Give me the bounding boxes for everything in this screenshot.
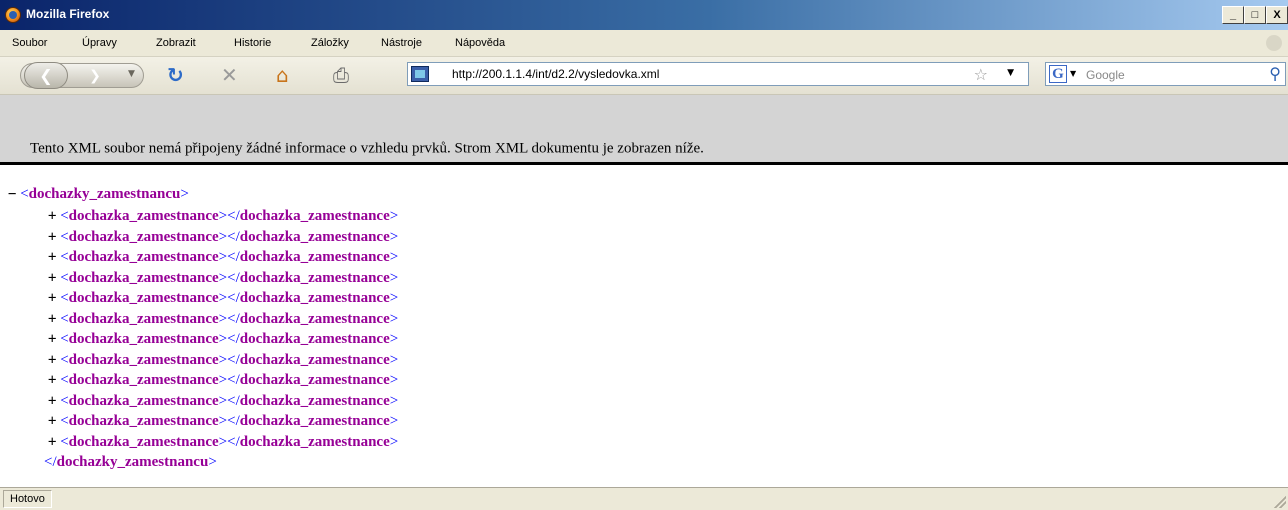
child-close-tag-name: dochazka_zamestnance: [239, 310, 390, 327]
url-text[interactable]: http://200.1.1.4/int/d2.2/vysledovka.xml: [452, 67, 659, 81]
window-controls: _ □ X: [1222, 6, 1288, 24]
resize-grip-icon[interactable]: [1274, 496, 1286, 508]
menu-napoveda[interactable]: Nápověda: [455, 37, 505, 49]
menu-upravy[interactable]: Úpravy: [82, 37, 117, 49]
back-icon: ❮: [39, 66, 53, 85]
expand-toggle[interactable]: +: [48, 413, 56, 429]
child-tag-name: dochazka_zamestnance: [68, 351, 219, 368]
close-button[interactable]: X: [1266, 6, 1288, 24]
expand-toggle[interactable]: +: [48, 311, 56, 327]
expand-toggle[interactable]: +: [48, 352, 56, 368]
xml-child-row: + <dochazka_zamestnance></dochazka_zames…: [48, 351, 399, 368]
xml-root-open: − <dochazky_zamestnancu>: [8, 186, 189, 202]
expand-toggle[interactable]: +: [48, 270, 56, 286]
forward-icon: ❯: [89, 68, 101, 84]
child-tag-name: dochazka_zamestnance: [68, 269, 219, 286]
window-titlebar[interactable]: Mozilla Firefox _ □ X: [0, 0, 1288, 30]
child-tag-name: dochazka_zamestnance: [68, 290, 219, 306]
bookmark-star-icon[interactable]: ☆: [974, 65, 988, 84]
url-dropdown-icon[interactable]: ▼: [1007, 68, 1014, 78]
url-bar[interactable]: http://200.1.1.4/int/d2.2/vysledovka.xml…: [407, 62, 1029, 86]
xml-root-close: </dochazky_zamestnancu>: [44, 454, 217, 470]
reload-icon[interactable]: ↻: [167, 65, 184, 85]
child-close-tag-name: dochazka_zamestnance: [239, 433, 390, 450]
status-text: Hotovo: [3, 490, 52, 508]
expand-toggle[interactable]: +: [48, 434, 56, 450]
menu-zalozky[interactable]: Záložky: [311, 37, 349, 49]
expand-toggle[interactable]: +: [48, 249, 56, 265]
xml-child-row: + <dochazka_zamestnance></dochazka_zames…: [48, 269, 399, 286]
root-close-tag-name: dochazky_zamestnancu: [56, 454, 209, 470]
child-close-tag-name: dochazka_zamestnance: [239, 392, 390, 409]
menu-nastroje[interactable]: Nástroje: [381, 37, 422, 49]
menu-historie[interactable]: Historie: [234, 37, 271, 49]
child-tag-name: dochazka_zamestnance: [68, 228, 219, 245]
child-tag-name: dochazka_zamestnance: [68, 392, 219, 409]
child-tag-name: dochazka_zamestnance: [68, 331, 219, 347]
child-close-tag-name: dochazka_zamestnance: [239, 290, 390, 306]
history-dropdown-icon[interactable]: ▼: [128, 69, 135, 79]
xml-info-message: Tento XML soubor nemá připojeny žádné in…: [30, 140, 704, 157]
xml-child-row: + <dochazka_zamestnance></dochazka_zames…: [48, 392, 399, 409]
xml-child-row: + <dochazka_zamestnance></dochazka_zames…: [48, 228, 399, 245]
child-close-tag-name: dochazka_zamestnance: [239, 208, 390, 224]
child-close-tag-name: dochazka_zamestnance: [239, 372, 390, 388]
root-tag-name: dochazky_zamestnancu: [28, 186, 181, 202]
stop-icon[interactable]: ✕: [221, 65, 238, 85]
child-tag-name: dochazka_zamestnance: [68, 372, 219, 388]
child-close-tag-name: dochazka_zamestnance: [239, 413, 390, 429]
xml-info-banner: Tento XML soubor nemá připojeny žádné in…: [0, 95, 1288, 165]
page-favicon: [411, 66, 429, 82]
search-icon[interactable]: ⚲: [1269, 64, 1281, 83]
xml-child-row: + <dochazka_zamestnance></dochazka_zames…: [48, 249, 399, 265]
engine-dropdown-icon[interactable]: ▼: [1070, 69, 1076, 78]
xml-child-row: + <dochazka_zamestnance></dochazka_zames…: [48, 290, 399, 306]
search-bar[interactable]: G ▼ Google ⚲: [1045, 62, 1286, 86]
child-tag-name: dochazka_zamestnance: [68, 413, 219, 429]
child-tag-name: dochazka_zamestnance: [68, 249, 219, 265]
xml-child-row: + <dochazka_zamestnance></dochazka_zames…: [48, 433, 399, 450]
throbber-icon: [1266, 35, 1282, 51]
navigation-toolbar: ❮ ❯ ▼ ↻ ✕ ⌂ ⎙ http://200.1.1.4/int/d2.2/…: [0, 57, 1288, 95]
child-close-tag-name: dochazka_zamestnance: [239, 269, 390, 286]
back-button[interactable]: ❮: [24, 62, 68, 89]
child-close-tag-name: dochazka_zamestnance: [239, 249, 390, 265]
menu-bar: Soubor Úpravy Zobrazit Historie Záložky …: [0, 30, 1288, 57]
expand-toggle[interactable]: +: [48, 229, 56, 245]
expand-toggle[interactable]: +: [48, 208, 56, 224]
collapse-toggle[interactable]: −: [8, 186, 16, 202]
xml-child-row: + <dochazka_zamestnance></dochazka_zames…: [48, 310, 399, 327]
child-tag-name: dochazka_zamestnance: [68, 208, 219, 224]
menu-zobrazit[interactable]: Zobrazit: [156, 37, 196, 49]
expand-toggle[interactable]: +: [48, 290, 56, 306]
child-close-tag-name: dochazka_zamestnance: [239, 228, 390, 245]
xml-child-row: + <dochazka_zamestnance></dochazka_zames…: [48, 413, 399, 429]
xml-child-row: + <dochazka_zamestnance></dochazka_zames…: [48, 208, 399, 224]
print-icon[interactable]: ⎙: [333, 65, 349, 85]
status-bar: Hotovo: [0, 487, 1288, 510]
child-close-tag-name: dochazka_zamestnance: [239, 351, 390, 368]
xml-child-row: + <dochazka_zamestnance></dochazka_zames…: [48, 372, 399, 388]
window-title: Mozilla Firefox: [26, 7, 110, 21]
google-engine-icon[interactable]: G: [1049, 65, 1067, 83]
xml-child-row: + <dochazka_zamestnance></dochazka_zames…: [48, 331, 399, 347]
child-tag-name: dochazka_zamestnance: [68, 310, 219, 327]
home-icon[interactable]: ⌂: [276, 65, 289, 85]
child-close-tag-name: dochazka_zamestnance: [239, 331, 390, 347]
minimize-button[interactable]: _: [1222, 6, 1244, 24]
firefox-icon: [5, 7, 21, 23]
search-placeholder[interactable]: Google: [1086, 68, 1125, 82]
child-tag-name: dochazka_zamestnance: [68, 433, 219, 450]
xml-tree: − <dochazky_zamestnancu> + <dochazka_zam…: [0, 165, 1288, 483]
forward-button[interactable]: ❯: [72, 66, 118, 86]
maximize-button[interactable]: □: [1244, 6, 1266, 24]
expand-toggle[interactable]: +: [48, 393, 56, 409]
menu-soubor[interactable]: Soubor: [12, 37, 47, 49]
expand-toggle[interactable]: +: [48, 331, 56, 347]
expand-toggle[interactable]: +: [48, 372, 56, 388]
